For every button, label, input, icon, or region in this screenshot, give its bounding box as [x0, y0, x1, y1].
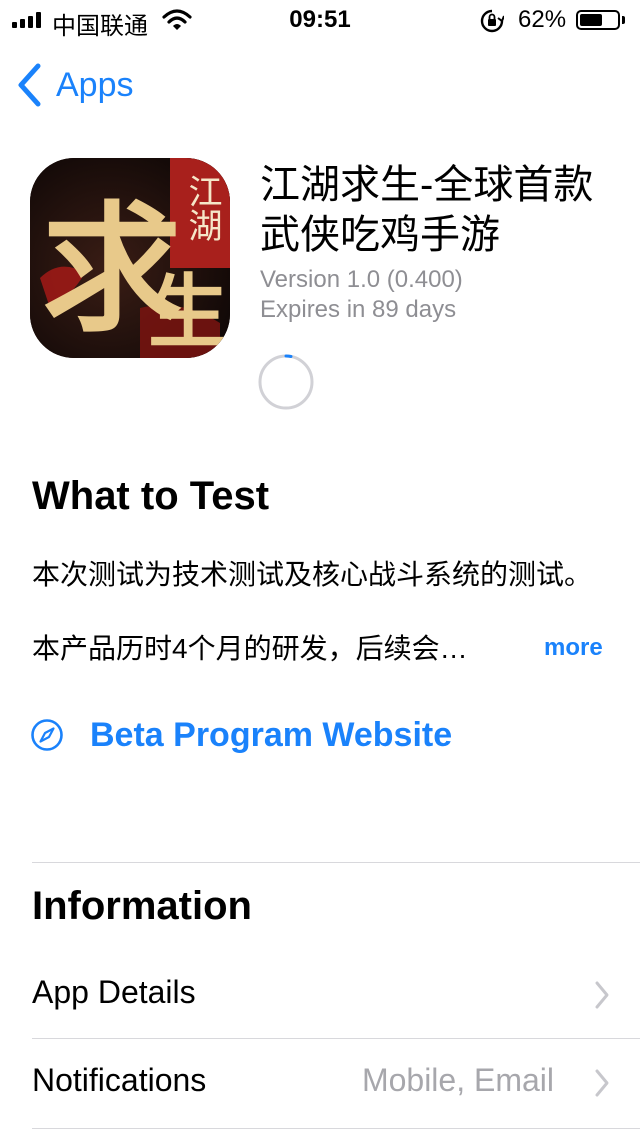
app-title: 江湖求生-全球首款武侠吃鸡手游	[260, 163, 594, 257]
notifications-value: Mobile, Email	[361, 1062, 554, 1098]
notifications-row[interactable]: Notifications Mobile, Email	[32, 1040, 640, 1126]
app-icon-artwork: 江湖 求 生	[30, 158, 230, 358]
screen: 中国联通 09:51 62% Apps 江湖 求 生 江湖求生-全球首款武侠吃鸡…	[0, 0, 640, 1136]
chevron-right-icon	[595, 981, 609, 1009]
app-version: Version 1.0 (0.400)	[260, 266, 463, 293]
battery-level-fill	[580, 14, 603, 26]
beta-program-label: Beta Program Website	[90, 715, 453, 754]
row-divider	[32, 1128, 640, 1129]
information-title: Information	[32, 884, 252, 928]
battery-cap	[622, 16, 625, 24]
app-expiry: Expires in 89 days	[260, 296, 457, 323]
loading-spinner-icon[interactable]	[256, 352, 316, 412]
back-label: Apps	[56, 65, 134, 104]
what-to-test-body: 本次测试为技术测试及核心战斗系统的测试。	[32, 559, 593, 590]
back-chevron-icon	[18, 63, 41, 107]
app-icon: 江湖 求 生	[30, 158, 230, 358]
what-to-test-title: What to Test	[32, 474, 270, 518]
status-bar: 中国联通 09:51 62%	[0, 0, 640, 40]
chevron-right-icon	[595, 1069, 609, 1097]
section-divider	[32, 862, 640, 863]
battery-percent: 62%	[518, 6, 567, 33]
beta-program-website-link[interactable]: Beta Program Website	[30, 712, 452, 758]
back-button[interactable]: Apps	[16, 60, 134, 110]
compass-icon	[31, 719, 63, 751]
battery-icon	[576, 10, 620, 30]
what-to-test-truncated: 本产品历时4个月的研发，后续会…	[32, 633, 468, 664]
row-divider	[32, 1038, 640, 1039]
app-details-row[interactable]: App Details	[32, 952, 640, 1038]
rotation-lock-icon	[480, 9, 504, 33]
app-icon-main-text-2: 生	[148, 265, 228, 358]
app-icon-side-text: 江湖	[182, 174, 222, 242]
row-label: App Details	[32, 974, 196, 1010]
row-label: Notifications	[32, 1062, 207, 1098]
more-button[interactable]: more	[544, 634, 603, 662]
